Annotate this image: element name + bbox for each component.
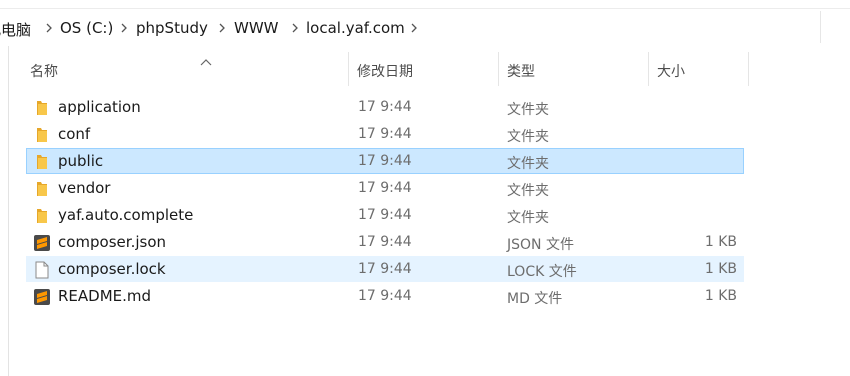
column-header-type-label: 类型: [507, 64, 535, 80]
file-size: 1 KB: [704, 288, 737, 304]
file-type: 文件夹: [507, 102, 549, 118]
file-date: 17 9:44: [358, 180, 412, 196]
file-row[interactable]: conf 17 9:44 文件夹: [26, 121, 744, 147]
file-name: application: [58, 98, 141, 116]
file-size: 1 KB: [704, 261, 737, 277]
file-size: 1 KB: [704, 234, 737, 250]
file-type: 文件夹: [507, 156, 549, 172]
folder-icon: [33, 126, 51, 144]
file-type: LOCK 文件: [507, 264, 577, 280]
folder-icon: [33, 153, 51, 171]
column-header-date[interactable]: 修改日期: [349, 52, 498, 86]
chevron-right-icon[interactable]: [290, 21, 300, 35]
breadcrumb-item-phpstudy[interactable]: phpStudy: [136, 19, 208, 37]
file-date: 17 9:44: [358, 99, 412, 115]
file-name: public: [58, 152, 104, 170]
folder-icon: [33, 99, 51, 117]
window-top-edge: [0, 0, 850, 9]
breadcrumb-item-www[interactable]: WWW: [234, 19, 279, 37]
file-name: vendor: [58, 179, 111, 197]
file-name: composer.lock: [58, 260, 166, 278]
file-row[interactable]: vendor 17 9:44 文件夹: [26, 175, 744, 201]
column-header-size-label: 大小: [657, 64, 685, 80]
chevron-right-icon[interactable]: [409, 21, 419, 35]
column-header-size[interactable]: 大小: [649, 52, 748, 86]
file-date: 17 9:44: [358, 126, 412, 142]
file-type: 文件夹: [507, 183, 549, 199]
file-date: 17 9:44: [358, 207, 412, 223]
address-bar-divider: [820, 11, 821, 43]
file-date: 17 9:44: [358, 234, 412, 250]
file-name: composer.json: [58, 233, 167, 251]
file-name: README.md: [58, 287, 152, 305]
file-type: JSON 文件: [507, 237, 574, 253]
sort-ascending-icon: [200, 54, 212, 70]
file-date: 17 9:44: [358, 261, 412, 277]
column-header-name-label: 名称: [30, 64, 58, 80]
breadcrumb-item-drive[interactable]: OS (C:): [60, 19, 113, 37]
breadcrumb[interactable]: 此电脑 OS (C:) phpStudy WWW local.yaf.com: [0, 11, 850, 43]
file-type: 文件夹: [507, 210, 549, 226]
file-row[interactable]: README.md 17 9:44 MD 文件 1 KB: [26, 283, 744, 309]
sublime-file-icon: [33, 288, 51, 306]
file-name: conf: [58, 125, 91, 143]
file-row[interactable]: application 17 9:44 文件夹: [26, 94, 744, 120]
column-header-type[interactable]: 类型: [499, 52, 648, 86]
sublime-file-icon: [33, 234, 51, 252]
folder-icon: [33, 207, 51, 225]
file-row[interactable]: composer.lock 17 9:44 LOCK 文件 1 KB: [26, 256, 744, 282]
breadcrumb-item-current[interactable]: local.yaf.com: [306, 19, 405, 37]
file-date: 17 9:44: [358, 153, 412, 169]
column-header-date-label: 修改日期: [357, 64, 413, 80]
chevron-right-icon[interactable]: [44, 21, 54, 35]
file-row[interactable]: composer.json 17 9:44 JSON 文件 1 KB: [26, 229, 744, 255]
file-date: 17 9:44: [358, 288, 412, 304]
blank-file-icon: [33, 261, 51, 279]
pane-divider: [8, 46, 9, 376]
file-row[interactable]: public 17 9:44 文件夹: [26, 148, 744, 174]
file-row[interactable]: yaf.auto.complete 17 9:44 文件夹: [26, 202, 744, 228]
column-header-name[interactable]: 名称: [22, 52, 348, 86]
column-divider[interactable]: [748, 52, 749, 86]
file-name: yaf.auto.complete: [58, 206, 194, 224]
breadcrumb-item-this-pc[interactable]: 此电脑: [0, 19, 31, 40]
file-type: MD 文件: [507, 291, 563, 307]
column-header: 名称 修改日期 类型 大小: [22, 52, 850, 86]
folder-icon: [33, 180, 51, 198]
file-type: 文件夹: [507, 129, 549, 145]
chevron-right-icon[interactable]: [119, 21, 129, 35]
chevron-right-icon[interactable]: [217, 21, 227, 35]
